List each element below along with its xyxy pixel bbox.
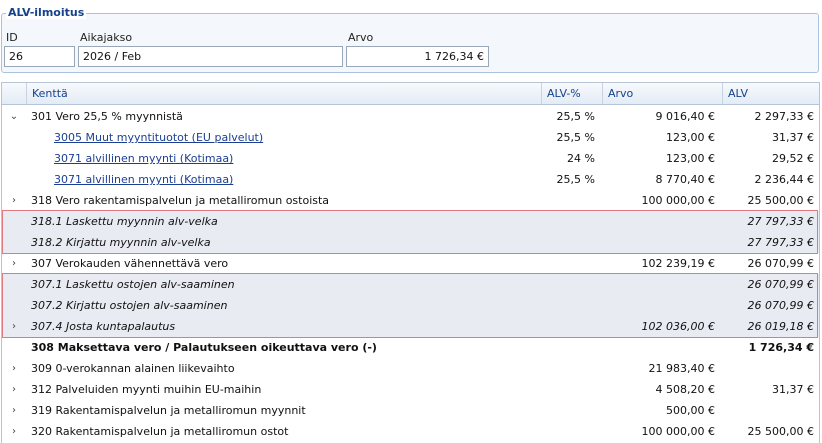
expand-chevron-icon[interactable]: › [9, 253, 19, 274]
row-field: 307.2 Kirjattu ostojen alv-saaminen [31, 299, 228, 312]
panel-title: ALV-ilmoitus [6, 6, 87, 19]
value-label: Arvo [348, 31, 374, 44]
table-row[interactable]: 3071 alvillinen myynti (Kotimaa) 24 % 12… [2, 148, 819, 169]
table-row[interactable]: › 318 Vero rakentamispalvelun ja metalli… [2, 190, 819, 211]
row-field: 318.2 Kirjattu myynnin alv-velka [31, 236, 211, 249]
grid-header: Kenttä ALV-% Arvo ALV [2, 83, 819, 105]
row-field: 308 Maksettava vero / Palautukseen oikeu… [31, 341, 377, 354]
table-row[interactable]: › 309 0-verokannan alainen liikevaihto 2… [2, 358, 819, 379]
row-value: 8 770,40 € [655, 173, 715, 186]
table-row[interactable]: 318.2 Kirjattu myynnin alv-velka 27 797,… [2, 232, 819, 253]
row-alv: 26 070,99 € [747, 278, 814, 291]
period-label: Aikajakso [80, 31, 133, 44]
table-row[interactable]: 307.2 Kirjattu ostojen alv-saaminen 26 0… [2, 295, 819, 316]
table-row[interactable]: 308 Maksettava vero / Palautukseen oikeu… [2, 337, 819, 358]
row-alv: 31,37 € [772, 383, 814, 396]
row-alv: 25 500,00 € [747, 194, 814, 207]
row-value: 9 016,40 € [655, 110, 715, 123]
collapse-chevron-icon[interactable]: ⌄ [9, 106, 19, 127]
table-row[interactable]: 3071 alvillinen myynti (Kotimaa) 25,5 % … [2, 169, 819, 190]
header-value[interactable]: Arvo [602, 83, 722, 104]
expand-chevron-icon[interactable]: › [9, 421, 19, 442]
row-pct: 25,5 % [556, 131, 595, 144]
expand-chevron-icon[interactable]: › [9, 358, 19, 379]
period-field[interactable]: 2026 / Feb [78, 46, 343, 67]
row-alv: 27 797,33 € [747, 215, 814, 228]
id-label: ID [6, 31, 18, 44]
row-field: 301 Vero 25,5 % myynnistä [31, 110, 183, 123]
row-value: 500,00 € [666, 404, 715, 417]
header-pct[interactable]: ALV-% [541, 83, 602, 104]
row-value: 123,00 € [666, 131, 715, 144]
row-field-link[interactable]: 3071 alvillinen myynti (Kotimaa) [54, 148, 564, 169]
row-value: 100 000,00 € [641, 425, 715, 438]
row-alv: 27 797,33 € [747, 236, 814, 249]
row-alv: 25 500,00 € [747, 425, 814, 438]
table-row[interactable]: ⌄ 301 Vero 25,5 % myynnistä 25,5 % 9 016… [2, 106, 819, 127]
expand-chevron-icon[interactable]: › [9, 316, 19, 337]
header-expander [2, 83, 26, 104]
row-alv: 31,37 € [772, 131, 814, 144]
row-alv: 1 726,34 € [748, 341, 814, 354]
expand-chevron-icon[interactable]: › [9, 379, 19, 400]
row-value: 123,00 € [666, 152, 715, 165]
row-field: 307.1 Laskettu ostojen alv-saaminen [31, 278, 235, 291]
value-field[interactable]: 1 726,34 € [346, 46, 489, 67]
row-alv: 2 297,33 € [754, 110, 814, 123]
table-row[interactable]: 307.1 Laskettu ostojen alv-saaminen 26 0… [2, 274, 819, 295]
table-row[interactable]: › 307.4 Josta kuntapalautus 102 036,00 €… [2, 316, 819, 337]
row-value: 102 036,00 € [641, 320, 715, 333]
row-field: 309 0-verokannan alainen liikevaihto [31, 362, 235, 375]
row-alv: 26 070,99 € [747, 257, 814, 270]
header-alv[interactable]: ALV [722, 83, 819, 104]
row-field: 307 Verokauden vähennettävä vero [31, 257, 229, 270]
table-row[interactable]: › 319 Rakentamispalvelun ja metalliromun… [2, 400, 819, 421]
table-row[interactable]: › 320 Rakentamispalvelun ja metalliromun… [2, 421, 819, 442]
id-field[interactable]: 26 [4, 46, 75, 67]
row-field: 318 Vero rakentamispalvelun ja metalliro… [31, 194, 330, 207]
expand-chevron-icon[interactable]: › [9, 400, 19, 421]
row-pct: 25,5 % [556, 173, 595, 186]
expand-chevron-icon[interactable]: › [9, 190, 19, 211]
header-field[interactable]: Kenttä [26, 83, 541, 104]
row-alv: 2 236,44 € [754, 173, 814, 186]
row-value: 21 983,40 € [648, 362, 715, 375]
row-field: 319 Rakentamispalvelun ja metalliromun m… [31, 404, 306, 417]
row-field-link[interactable]: 3071 alvillinen myynti (Kotimaa) [54, 169, 564, 190]
row-field: 307.4 Josta kuntapalautus [31, 320, 176, 333]
row-alv: 29,52 € [772, 152, 814, 165]
row-field-link[interactable]: 3005 Muut myyntituotot (EU palvelut) [54, 127, 564, 148]
row-alv: 26 070,99 € [747, 299, 814, 312]
table-row[interactable]: 3005 Muut myyntituotot (EU palvelut) 25,… [2, 127, 819, 148]
table-row[interactable]: › 307 Verokauden vähennettävä vero 102 2… [2, 253, 819, 274]
row-alv: 26 019,18 € [747, 320, 814, 333]
row-field: 320 Rakentamispalvelun ja metalliromun o… [31, 425, 289, 438]
row-value: 100 000,00 € [641, 194, 715, 207]
alv-grid: Kenttä ALV-% Arvo ALV ⌄ 301 Vero 25,5 % … [1, 82, 820, 443]
row-pct: 25,5 % [556, 110, 595, 123]
table-row[interactable]: › 312 Palveluiden myynti muihin EU-maihi… [2, 379, 819, 400]
row-pct: 24 % [567, 152, 595, 165]
row-field: 318.1 Laskettu myynnin alv-velka [31, 215, 218, 228]
table-row[interactable]: 318.1 Laskettu myynnin alv-velka 27 797,… [2, 211, 819, 232]
row-value: 4 508,20 € [655, 383, 715, 396]
row-value: 102 239,19 € [641, 257, 715, 270]
row-field: 312 Palveluiden myynti muihin EU-maihin [31, 383, 262, 396]
